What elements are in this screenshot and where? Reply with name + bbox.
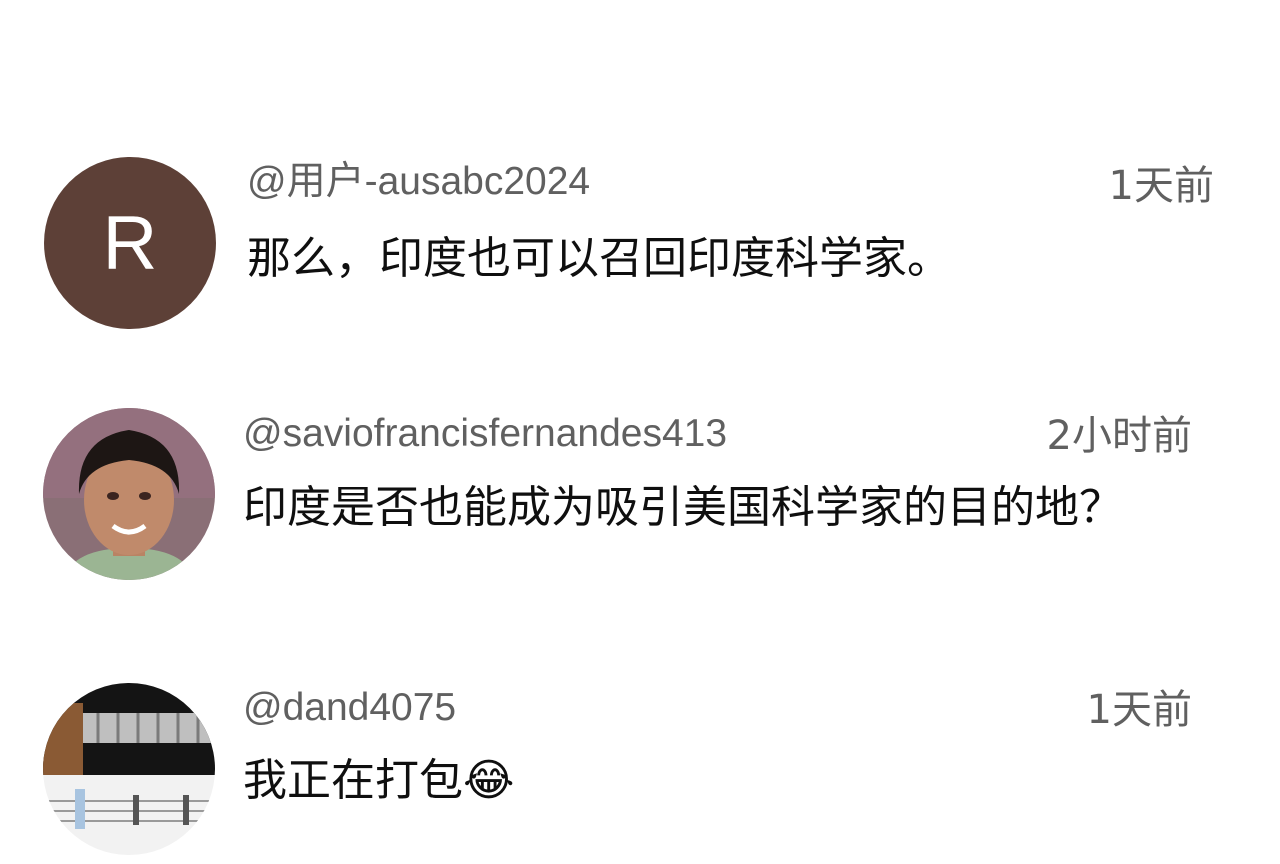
comment-timestamp: 1天前 [1086, 687, 1192, 733]
laughing-emoji-icon: 😂 [463, 755, 515, 806]
avatar[interactable] [43, 683, 215, 855]
comment-text: 我正在打包😂 [243, 748, 1163, 814]
comment-text-content: 我正在打包 [243, 755, 463, 806]
guitar-tab-avatar-image [43, 683, 215, 855]
comment-item: @dand4075 1天前 我正在打包😂 [0, 0, 1280, 864]
comment-author-handle[interactable]: @dand4075 [243, 684, 456, 732]
